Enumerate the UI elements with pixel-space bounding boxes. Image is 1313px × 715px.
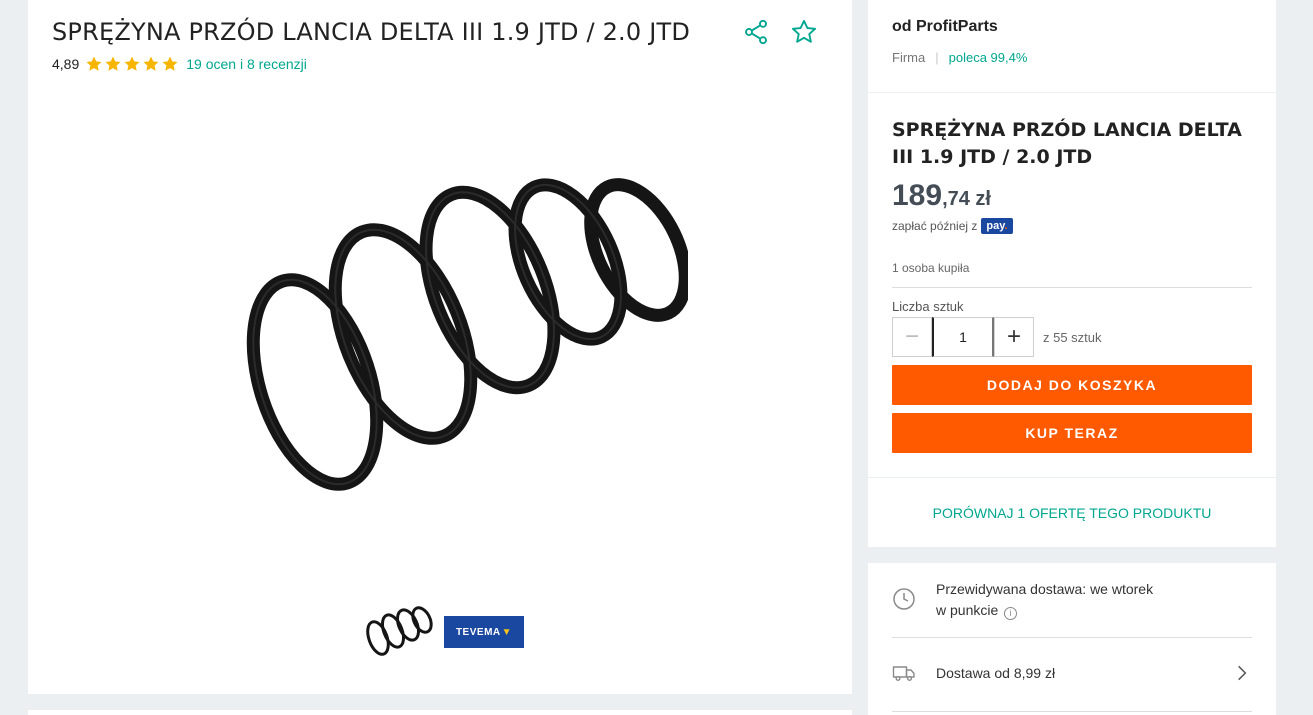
delivery-card: Przewidywana dostawa: we wtorek w punkci… [868,563,1276,715]
quantity-decrease-button[interactable]: − [892,317,932,357]
quantity-available: z 55 sztuk [1043,329,1102,345]
divider [892,287,1252,288]
quantity-stepper: − + z 55 sztuk [892,317,1102,357]
reviews-link[interactable]: 19 ocen i 8 recenzji [186,56,307,72]
info-icon[interactable]: i [1004,607,1018,620]
quantity-label: Liczba sztuk [892,299,964,314]
delivery-expected-line1: Przewidywana dostawa: we wtorek [936,581,1154,597]
divider [892,637,1252,638]
pay-badge-text: pay [986,220,1005,232]
delivery-expected-text: Przewidywana dostawa: we wtorek w punkci… [936,579,1153,621]
star-filled-icon [162,56,178,71]
offer-title: SPRĘŻYNA PRZÓD LANCIA DELTA III 1.9 JTD … [892,119,1242,168]
delivery-cost-label: Dostawa od 8,99 zł [936,665,1056,681]
price-fraction: ,74 zł [942,188,991,210]
share-icon[interactable] [742,18,770,46]
delivery-expected: Przewidywana dostawa: we wtorek w punkci… [892,579,1252,621]
delivery-cost-row[interactable]: Dostawa od 8,99 zł [892,653,1252,693]
seller-card: od ProfitParts Firma | poleca 99,4% [868,0,1276,92]
add-to-cart-button[interactable]: DODAJ DO KOSZYKA [892,365,1252,405]
rating-value: 4,89 [52,56,80,72]
thumbnail-brand-logo[interactable]: TEVEMA ▼ [444,616,524,648]
delivery-expected-line2-row: w punkcie i [936,600,1153,621]
product-gallery-card: SPRĘŻYNA PRZÓD LANCIA DELTA III 1.9 JTD … [28,0,852,694]
rating-stars [85,55,179,73]
star-filled-icon [143,56,159,71]
seller-meta: Firma | poleca 99,4% [892,50,1027,65]
brand-logo-mark: ▼ [501,626,513,638]
brand-logo-text: TEVEMA [455,626,501,638]
buy-box: SPRĘŻYNA PRZÓD LANCIA DELTA III 1.9 JTD … [868,93,1276,477]
star-filled-icon [105,56,121,71]
star-filled-icon [86,56,102,71]
divider: | [935,50,939,65]
compare-offers-link[interactable]: PORÓWNAJ 1 OFERTĘ TEGO PRODUKTU [933,505,1212,521]
seller-name[interactable]: od ProfitParts [892,18,998,36]
thumbnail-strip: TEVEMA ▼ [364,604,524,660]
thumbnail-spring[interactable] [364,604,438,660]
pay-later-label: zapłać później z [892,219,978,233]
product-title: SPRĘŻYNA PRZÓD LANCIA DELTA III 1.9 JTD … [52,18,691,46]
price: 189,74 zł [892,179,991,213]
buy-now-button[interactable]: KUP TERAZ [892,413,1252,453]
chevron-right-icon [1238,665,1247,681]
quantity-input[interactable] [932,317,994,357]
compare-offers-card: PORÓWNAJ 1 OFERTĘ TEGO PRODUKTU [868,478,1276,547]
clock-icon [893,588,915,610]
pay-later: zapłać później z pay. [892,218,1013,234]
delivery-expected-line2: w punkcie [936,602,999,618]
divider [892,711,1252,712]
price-main: 189 [892,179,943,212]
rating-summary: 4,89 19 ocen i 8 recenzji [52,55,307,73]
seller-type: Firma [892,50,926,65]
star-filled-icon [124,56,140,71]
gallery-below-card [28,710,852,715]
pay-badge-dot: . [1004,220,1008,232]
bought-count: 1 osoba kupiła [892,261,970,275]
pay-badge[interactable]: pay. [981,218,1013,234]
quantity-increase-button[interactable]: + [994,317,1034,357]
seller-recommend-link[interactable]: poleca 99,4% [949,50,1028,65]
truck-icon [892,666,915,681]
favorite-star-icon[interactable] [790,18,818,46]
product-main-image[interactable] [228,170,692,510]
